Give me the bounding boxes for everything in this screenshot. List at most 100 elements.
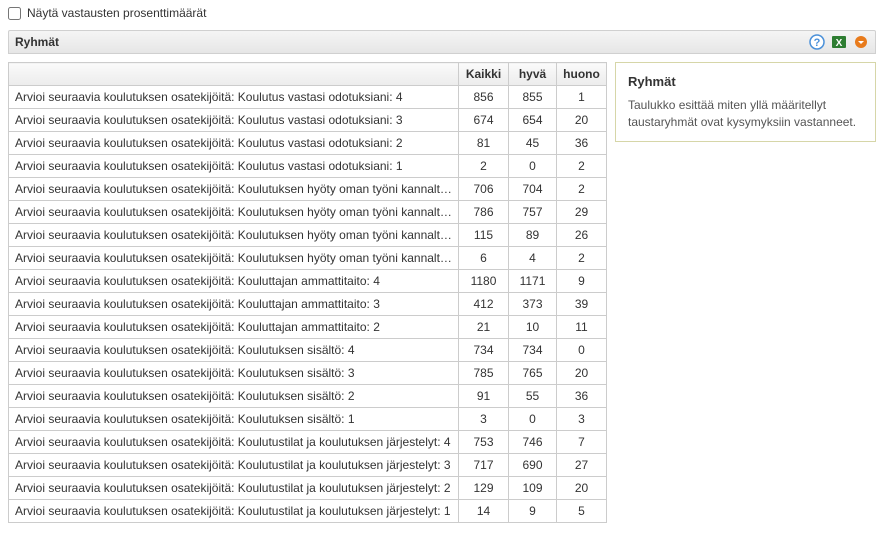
table-row: Arvioi seuraavia koulutuksen osatekijöit…	[9, 201, 607, 224]
col-header-kaikki[interactable]: Kaikki	[459, 63, 509, 86]
row-kaikki: 785	[459, 362, 509, 385]
row-huono: 2	[557, 178, 607, 201]
collapse-icon[interactable]	[853, 34, 869, 50]
row-kaikki: 115	[459, 224, 509, 247]
table-row: Arvioi seuraavia koulutuksen osatekijöit…	[9, 408, 607, 431]
row-kaikki: 1180	[459, 270, 509, 293]
tooltip-title: Ryhmät	[628, 73, 863, 91]
table-row: Arvioi seuraavia koulutuksen osatekijöit…	[9, 431, 607, 454]
row-huono: 20	[557, 109, 607, 132]
row-kaikki: 674	[459, 109, 509, 132]
content-area: Kaikki hyvä huono Arvioi seuraavia koulu…	[8, 62, 876, 523]
table-row: Arvioi seuraavia koulutuksen osatekijöit…	[9, 362, 607, 385]
export-excel-icon[interactable]: X	[831, 34, 847, 50]
table-row: Arvioi seuraavia koulutuksen osatekijöit…	[9, 224, 607, 247]
row-kaikki: 6	[459, 247, 509, 270]
row-label: Arvioi seuraavia koulutuksen osatekijöit…	[9, 224, 459, 247]
row-label: Arvioi seuraavia koulutuksen osatekijöit…	[9, 362, 459, 385]
tooltip-body: Taulukko esittää miten yllä määritellyt …	[628, 97, 863, 131]
show-percentages-label: Näytä vastausten prosenttimäärät	[27, 6, 206, 20]
row-kaikki: 91	[459, 385, 509, 408]
row-hyva: 765	[509, 362, 557, 385]
row-kaikki: 3	[459, 408, 509, 431]
row-huono: 0	[557, 339, 607, 362]
row-kaikki: 14	[459, 500, 509, 523]
row-hyva: 373	[509, 293, 557, 316]
row-huono: 26	[557, 224, 607, 247]
table-row: Arvioi seuraavia koulutuksen osatekijöit…	[9, 178, 607, 201]
row-kaikki: 129	[459, 477, 509, 500]
row-kaikki: 753	[459, 431, 509, 454]
row-huono: 9	[557, 270, 607, 293]
row-huono: 36	[557, 132, 607, 155]
table-row: Arvioi seuraavia koulutuksen osatekijöit…	[9, 270, 607, 293]
row-huono: 29	[557, 201, 607, 224]
table-row: Arvioi seuraavia koulutuksen osatekijöit…	[9, 477, 607, 500]
row-huono: 27	[557, 454, 607, 477]
table-row: Arvioi seuraavia koulutuksen osatekijöit…	[9, 316, 607, 339]
table-row: Arvioi seuraavia koulutuksen osatekijöit…	[9, 86, 607, 109]
row-label: Arvioi seuraavia koulutuksen osatekijöit…	[9, 477, 459, 500]
table-row: Arvioi seuraavia koulutuksen osatekijöit…	[9, 339, 607, 362]
row-huono: 1	[557, 86, 607, 109]
row-hyva: 1171	[509, 270, 557, 293]
row-huono: 2	[557, 247, 607, 270]
row-huono: 7	[557, 431, 607, 454]
show-percentages-row: Näytä vastausten prosenttimäärät	[8, 4, 876, 22]
row-kaikki: 734	[459, 339, 509, 362]
row-hyva: 0	[509, 155, 557, 178]
row-hyva: 55	[509, 385, 557, 408]
panel-header: Ryhmät ? X	[8, 30, 876, 54]
show-percentages-checkbox[interactable]	[8, 7, 21, 20]
row-kaikki: 717	[459, 454, 509, 477]
row-hyva: 10	[509, 316, 557, 339]
table-row: Arvioi seuraavia koulutuksen osatekijöit…	[9, 385, 607, 408]
row-kaikki: 856	[459, 86, 509, 109]
row-hyva: 89	[509, 224, 557, 247]
svg-text:?: ?	[814, 37, 821, 49]
col-header-hyva[interactable]: hyvä	[509, 63, 557, 86]
table-row: Arvioi seuraavia koulutuksen osatekijöit…	[9, 293, 607, 316]
row-label: Arvioi seuraavia koulutuksen osatekijöit…	[9, 201, 459, 224]
table-row: Arvioi seuraavia koulutuksen osatekijöit…	[9, 454, 607, 477]
row-hyva: 746	[509, 431, 557, 454]
row-hyva: 704	[509, 178, 557, 201]
row-huono: 20	[557, 477, 607, 500]
row-label: Arvioi seuraavia koulutuksen osatekijöit…	[9, 500, 459, 523]
row-hyva: 690	[509, 454, 557, 477]
table-row: Arvioi seuraavia koulutuksen osatekijöit…	[9, 500, 607, 523]
row-label: Arvioi seuraavia koulutuksen osatekijöit…	[9, 316, 459, 339]
row-hyva: 734	[509, 339, 557, 362]
row-label: Arvioi seuraavia koulutuksen osatekijöit…	[9, 86, 459, 109]
row-kaikki: 2	[459, 155, 509, 178]
row-hyva: 757	[509, 201, 557, 224]
row-hyva: 4	[509, 247, 557, 270]
row-label: Arvioi seuraavia koulutuksen osatekijöit…	[9, 431, 459, 454]
results-table: Kaikki hyvä huono Arvioi seuraavia koulu…	[8, 62, 607, 523]
row-label: Arvioi seuraavia koulutuksen osatekijöit…	[9, 109, 459, 132]
table-row: Arvioi seuraavia koulutuksen osatekijöit…	[9, 155, 607, 178]
row-huono: 20	[557, 362, 607, 385]
row-label: Arvioi seuraavia koulutuksen osatekijöit…	[9, 155, 459, 178]
row-huono: 5	[557, 500, 607, 523]
panel-header-icons: ? X	[809, 34, 869, 50]
row-hyva: 0	[509, 408, 557, 431]
row-label: Arvioi seuraavia koulutuksen osatekijöit…	[9, 339, 459, 362]
row-hyva: 9	[509, 500, 557, 523]
row-kaikki: 706	[459, 178, 509, 201]
row-label: Arvioi seuraavia koulutuksen osatekijöit…	[9, 270, 459, 293]
row-hyva: 109	[509, 477, 557, 500]
help-tooltip: Ryhmät Taulukko esittää miten yllä määri…	[615, 62, 876, 142]
row-hyva: 654	[509, 109, 557, 132]
col-header-label[interactable]	[9, 63, 459, 86]
row-label: Arvioi seuraavia koulutuksen osatekijöit…	[9, 132, 459, 155]
table-header-row: Kaikki hyvä huono	[9, 63, 607, 86]
row-kaikki: 786	[459, 201, 509, 224]
row-kaikki: 81	[459, 132, 509, 155]
row-kaikki: 21	[459, 316, 509, 339]
help-icon[interactable]: ?	[809, 34, 825, 50]
col-header-huono[interactable]: huono	[557, 63, 607, 86]
row-label: Arvioi seuraavia koulutuksen osatekijöit…	[9, 247, 459, 270]
row-huono: 36	[557, 385, 607, 408]
row-label: Arvioi seuraavia koulutuksen osatekijöit…	[9, 293, 459, 316]
